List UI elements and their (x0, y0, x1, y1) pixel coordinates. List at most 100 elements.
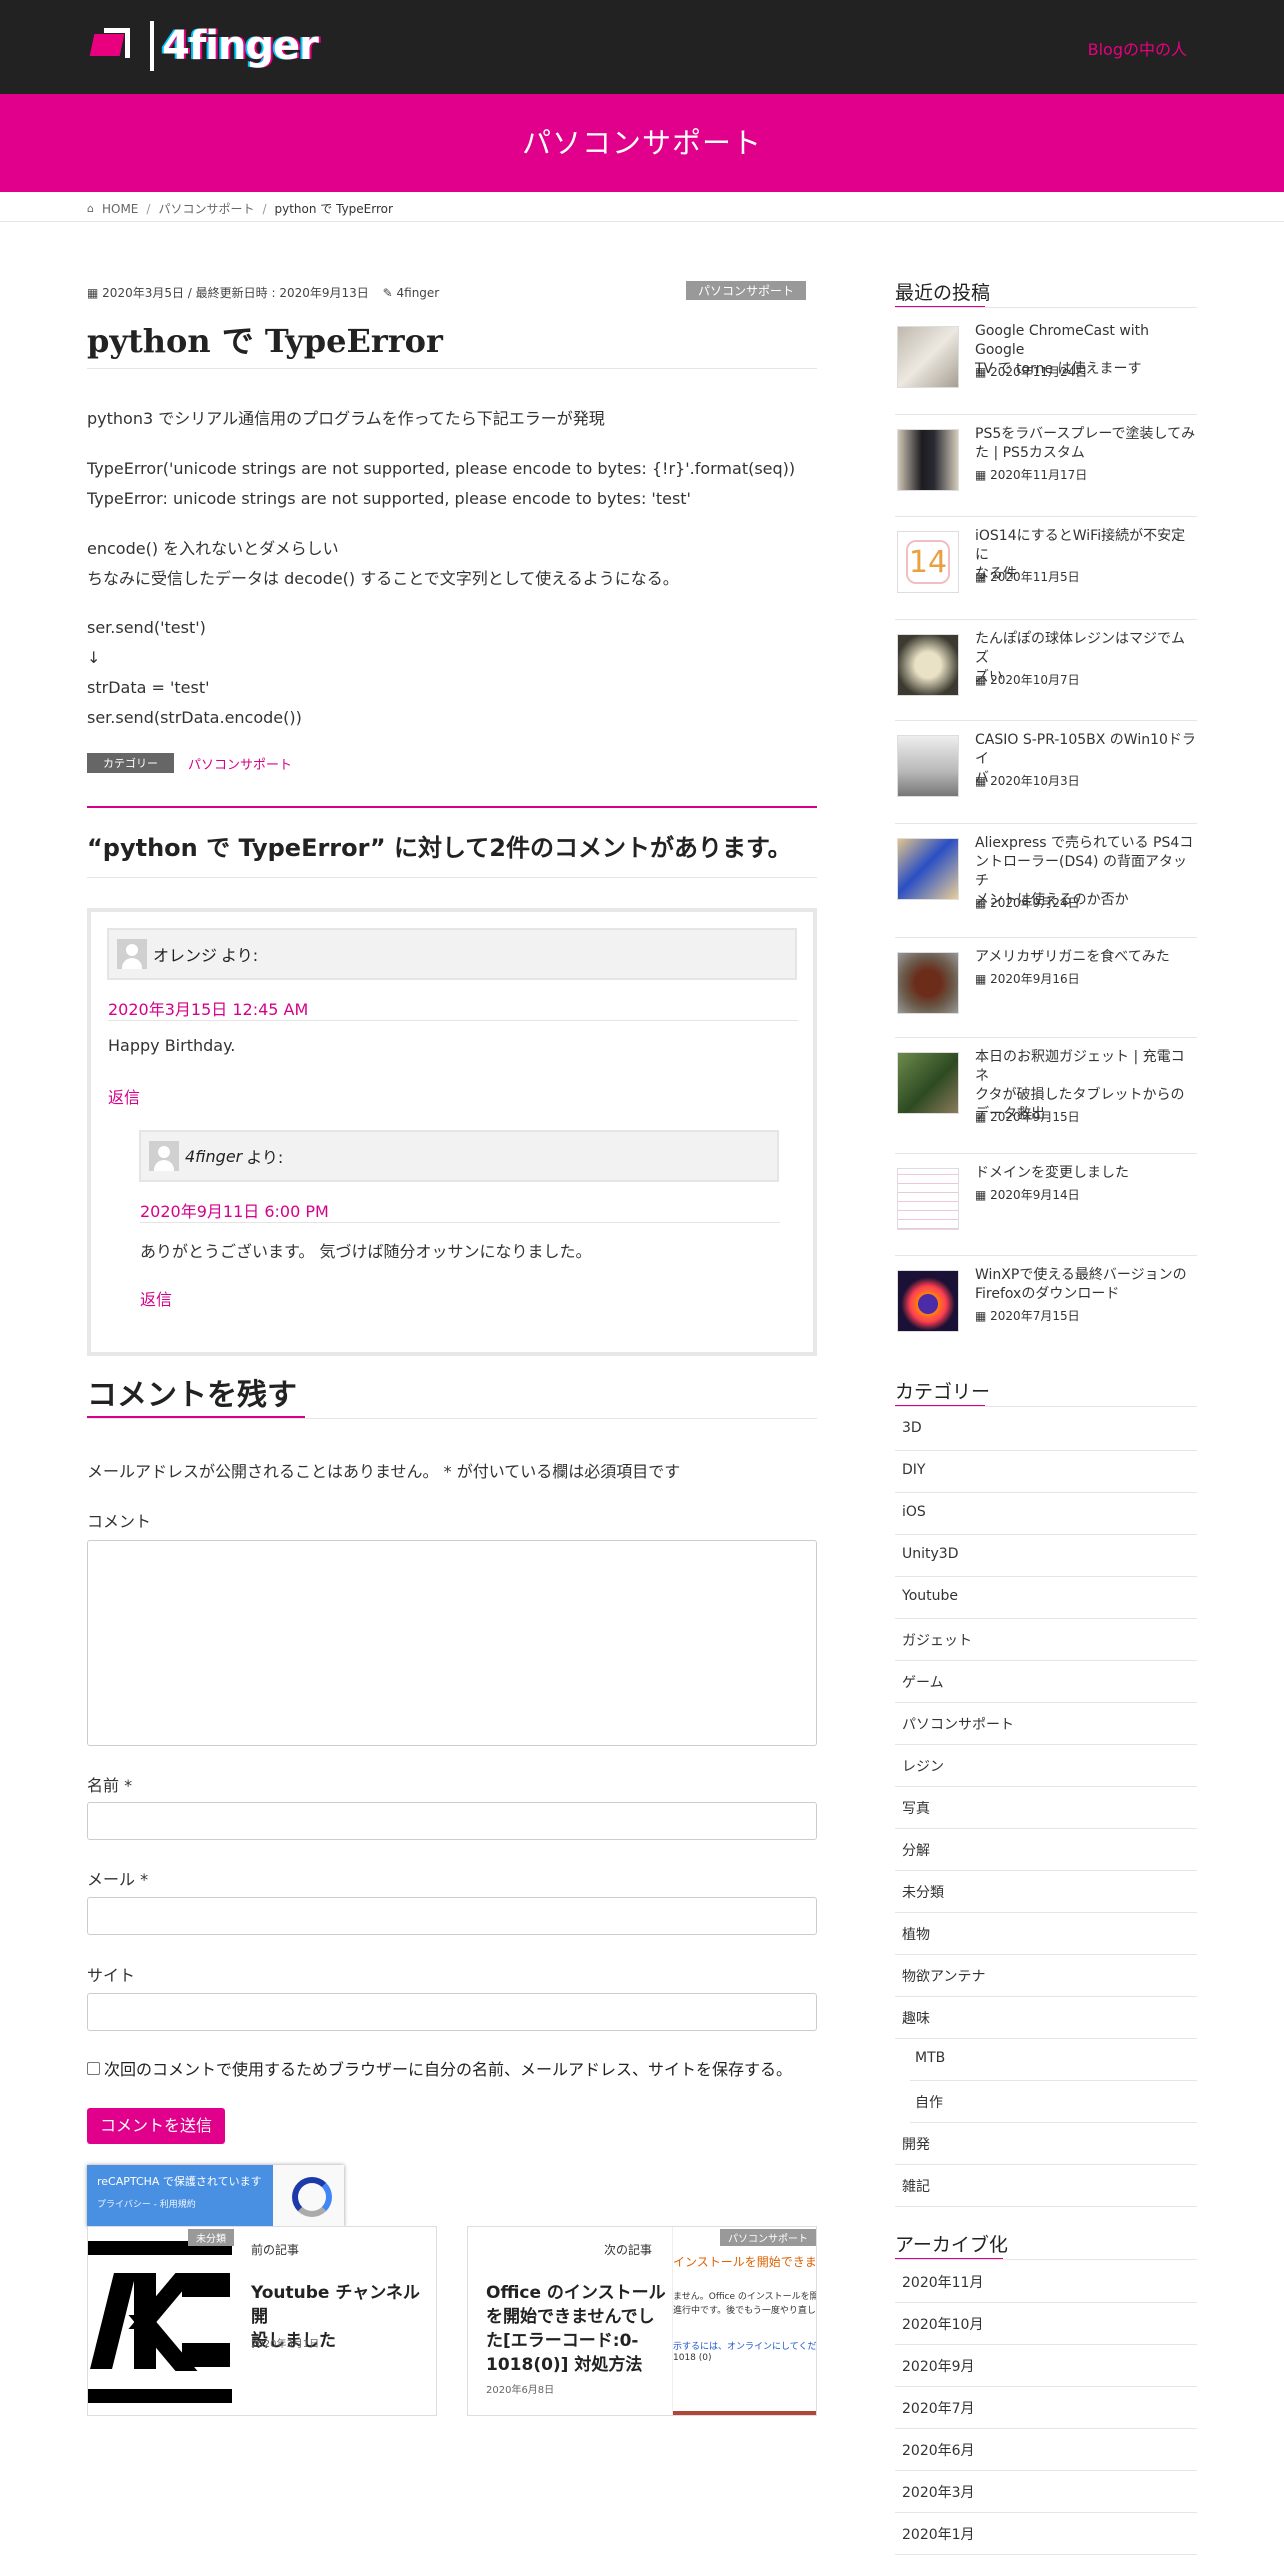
comment-header: 4finger より: (139, 1130, 779, 1182)
calendar-icon: ▦ (87, 286, 99, 300)
recent-post-title[interactable]: PS5をラバースプレーで塗装してみた | PS5カスタム (975, 425, 1197, 463)
recent-post-thumbnail[interactable] (897, 735, 959, 797)
recent-post-title[interactable]: アメリカザリガニを食べてみた (975, 948, 1197, 967)
name-field[interactable] (87, 1802, 817, 1840)
recent-post-thumbnail[interactable] (897, 952, 959, 1014)
category-item[interactable]: 物欲アンテナ (902, 1966, 985, 1986)
recent-post-thumbnail[interactable] (897, 1270, 959, 1332)
recent-post-title[interactable]: WinXPで使える最終バージョンの Firefoxのダウンロード (975, 1266, 1197, 1304)
post-paragraph: encode() を入れないとダメらしい (87, 539, 339, 558)
category-item[interactable]: 趣味 (902, 2008, 930, 2028)
archive-item[interactable]: 2020年10月 (902, 2314, 983, 2334)
next-post-card[interactable]: 次の記事 Office のインストール を開始できませんでし た[エラーコード:… (467, 2226, 817, 2416)
post-category-badge[interactable]: パソコンサポート (686, 281, 807, 300)
reply-link[interactable]: 返信 (140, 1286, 172, 1310)
breadcrumb-category[interactable]: パソコンサポート (158, 200, 254, 217)
recent-post-date: ▦ 2020年9月15日 (975, 1110, 1080, 1124)
archive-item[interactable]: 2020年3月 (902, 2482, 975, 2502)
category-item[interactable]: レジン (902, 1756, 944, 1776)
recent-post-thumbnail[interactable] (897, 429, 959, 491)
breadcrumb-home[interactable]: HOME (102, 202, 138, 216)
recent-posts-heading: 最近の投稿 (895, 282, 991, 304)
next-post-title: Office のインストール を開始できませんでし た[エラーコード:0- 10… (486, 2283, 666, 2375)
site-field[interactable] (87, 1993, 817, 2031)
comment-author[interactable]: 4finger (185, 1147, 242, 1166)
category-item[interactable]: Youtube (902, 1588, 958, 1604)
logo-mark-icon (89, 24, 138, 68)
category-item[interactable]: 自作 (915, 2092, 943, 2112)
comment-label: コメント (87, 1512, 152, 1531)
category-item[interactable]: 分解 (902, 1840, 930, 1860)
avatar (117, 939, 147, 969)
recent-post-thumbnail[interactable] (897, 1168, 959, 1230)
comments-heading: “python で TypeError” に対して2件のコメントがあります。 (87, 834, 792, 862)
category-item[interactable]: 植物 (902, 1924, 930, 1944)
recent-post-date: ▦ 2020年9月16日 (975, 972, 1080, 986)
recent-post-date: ▦ 2020年9月14日 (975, 1188, 1080, 1202)
recent-post-title[interactable]: ドメインを変更しました (975, 1164, 1197, 1183)
category-item[interactable]: iOS (902, 1504, 926, 1520)
avatar (149, 1141, 179, 1171)
post-code-line: ser.send('test') (87, 618, 206, 637)
category-item[interactable]: 開発 (902, 2134, 930, 2154)
category-item[interactable]: 未分類 (902, 1882, 944, 1902)
archives-heading: アーカイブ化 (895, 2234, 1008, 2256)
recaptcha-links[interactable]: プライバシー - 利用規約 (97, 2197, 263, 2210)
recent-post-date: ▦ 2020年10月7日 (975, 673, 1080, 687)
category-item[interactable]: 3D (902, 1420, 922, 1436)
category-item[interactable]: ガジェット (902, 1630, 972, 1650)
email-field[interactable] (87, 1897, 817, 1935)
category-link[interactable]: パソコンサポート (188, 754, 292, 773)
comment-list: オレンジ より: 2020年3月15日 12:45 AM Happy Birth… (87, 908, 817, 1356)
post-code-line: TypeError: unicode strings are not suppo… (87, 489, 691, 508)
recent-post-thumbnail[interactable] (897, 838, 959, 900)
site-label: サイト (87, 1966, 136, 1985)
archive-item[interactable]: 2020年7月 (902, 2398, 975, 2418)
prev-post-kind: 前の記事 (251, 2243, 300, 2257)
logo-text: 4finger (162, 23, 319, 69)
category-item[interactable]: Unity3D (902, 1546, 958, 1562)
recaptcha-badge[interactable]: reCAPTCHA で保護されています プライバシー - 利用規約 (87, 2165, 344, 2227)
category-item[interactable]: 雑記 (902, 2176, 930, 2196)
prev-post-tag: 未分類 (188, 2229, 234, 2246)
save-info-checkbox[interactable] (87, 2061, 100, 2075)
archive-item[interactable]: 2020年6月 (902, 2440, 975, 2460)
category-item[interactable]: ゲーム (902, 1672, 944, 1692)
reply-link[interactable]: 返信 (108, 1084, 140, 1108)
comment-textarea[interactable] (87, 1540, 817, 1746)
post-paragraph: ちなみに受信したデータは decode() することで文字列として使えるようにな… (87, 569, 679, 588)
category-item[interactable]: DIY (902, 1462, 925, 1478)
archive-item[interactable]: 2020年9月 (902, 2356, 975, 2376)
comment-author: オレンジ (153, 946, 218, 965)
category-label: カテゴリー (87, 753, 174, 773)
category-item[interactable]: 写真 (902, 1798, 930, 1818)
archive-item[interactable]: 2020年11月 (902, 2272, 983, 2292)
recent-post-thumbnail[interactable] (897, 326, 959, 388)
save-info-checkbox-row: 次回のコメントで使用するためブラウザーに自分の名前、メールアドレス、サイトを保存… (87, 2056, 792, 2080)
recent-post-thumbnail[interactable] (897, 634, 959, 696)
post-meta: ▦ 2020年3月5日 / 最終更新日時 : 2020年9月13日 ✎ 4fin… (87, 284, 439, 301)
next-post-tag: パソコンサポート (720, 2229, 816, 2246)
post-code-line: ser.send(strData.encode()) (87, 708, 302, 727)
site-logo[interactable]: 4finger (89, 18, 319, 74)
category-item[interactable]: パソコンサポート (902, 1714, 1014, 1734)
post-code-line: strData = 'test' (87, 678, 210, 697)
archive-item[interactable]: 2020年1月 (902, 2524, 975, 2544)
recent-post-thumbnail[interactable] (897, 1052, 959, 1114)
comment-date-link[interactable]: 2020年9月11日 6:00 PM (140, 1198, 329, 1222)
nav-link-about[interactable]: Blogの中の人 (1088, 36, 1187, 60)
post-paragraph: python3 でシリアル通信用のプログラムを作ってたら下記エラーが発現 (87, 409, 605, 428)
page-banner: パソコンサポート (0, 94, 1284, 192)
recent-post-thumbnail[interactable]: 14 (897, 531, 959, 593)
comment-text: ありがとうございます。 気づけば随分オッサンになりました。 (140, 1242, 592, 1261)
next-post-date: 2020年6月8日 (486, 2385, 555, 2396)
submit-comment-button[interactable]: コメントを送信 (87, 2108, 225, 2144)
category-item[interactable]: MTB (915, 2050, 945, 2066)
post-dates: 2020年3月5日 / 最終更新日時 : 2020年9月13日 (102, 286, 369, 300)
comment-date-link[interactable]: 2020年3月15日 12:45 AM (108, 996, 308, 1020)
recent-post-date: ▦ 2020年11月5日 (975, 570, 1080, 584)
post-author: 4finger (396, 286, 440, 300)
pencil-icon: ✎ (382, 286, 393, 300)
prev-post-card[interactable]: 未分類 前の記事 Youtube チャンネル開 設しました 2020年3月1日 (87, 2226, 437, 2416)
post-code-line: TypeError('unicode strings are not suppo… (87, 459, 796, 478)
